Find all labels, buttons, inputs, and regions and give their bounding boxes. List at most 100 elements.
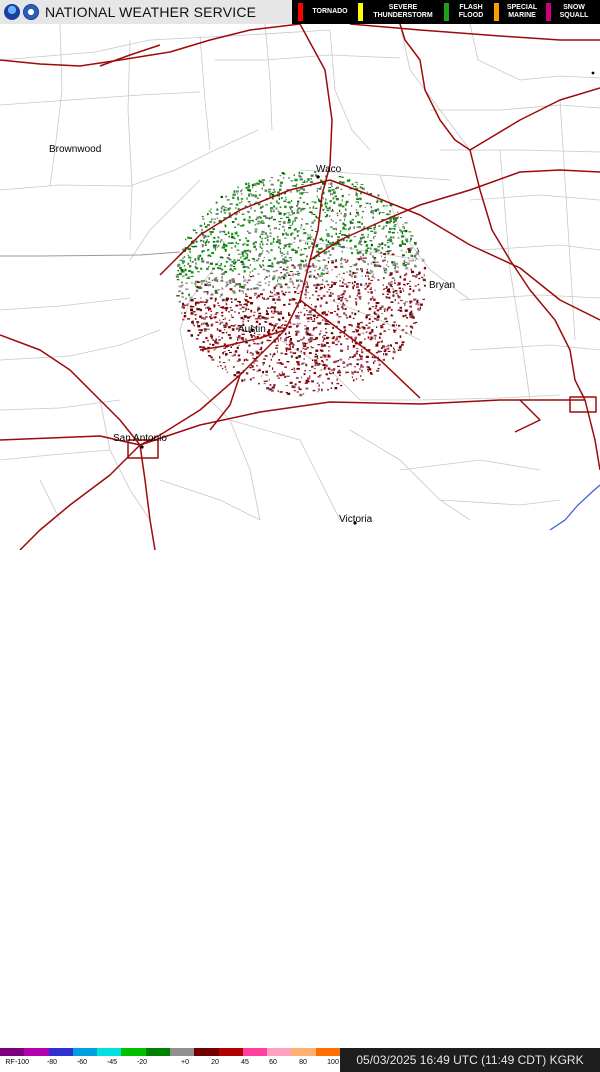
radar-echo <box>201 283 203 286</box>
radar-echo <box>320 185 322 188</box>
radar-echo <box>373 258 376 261</box>
radar-echo <box>325 301 328 304</box>
radar-echo <box>336 214 339 217</box>
radar-echo <box>373 257 377 259</box>
radar-echo <box>176 295 180 297</box>
radar-echo <box>346 316 349 319</box>
radar-echo <box>272 275 276 278</box>
radar-echo <box>341 176 344 178</box>
radar-echo <box>306 332 310 336</box>
radar-echo <box>214 340 217 342</box>
radar-echo <box>389 227 392 230</box>
radar-echo <box>278 228 280 230</box>
radar-echo <box>308 246 310 249</box>
radar-echo <box>259 243 262 245</box>
radar-echo <box>355 301 358 304</box>
radar-echo <box>291 200 293 202</box>
radar-echo <box>219 329 222 332</box>
radar-echo <box>188 247 191 251</box>
radar-echo <box>232 290 235 293</box>
radar-echo <box>240 198 244 200</box>
radar-echo <box>296 322 299 324</box>
radar-echo <box>405 325 408 327</box>
radar-echo <box>266 235 269 237</box>
radar-echo <box>225 306 229 310</box>
radar-echo <box>406 238 409 241</box>
radar-echo <box>310 346 313 348</box>
radar-echo <box>403 278 406 281</box>
radar-echo <box>330 219 333 221</box>
radar-echo <box>373 236 375 239</box>
radar-echo <box>300 249 302 251</box>
radar-echo <box>391 324 395 327</box>
radar-echo <box>340 285 344 287</box>
radar-echo <box>329 286 333 288</box>
radar-echo <box>357 322 360 326</box>
radar-echo <box>245 256 249 259</box>
radar-echo <box>306 282 308 286</box>
radar-echo <box>243 243 246 245</box>
radar-echo <box>277 210 280 212</box>
radar-echo <box>297 200 300 203</box>
radar-echo <box>313 338 317 341</box>
radar-echo <box>262 222 265 224</box>
radar-echo <box>229 259 232 261</box>
radar-echo <box>312 359 314 361</box>
radar-echo <box>384 244 387 247</box>
radar-echo <box>350 247 352 250</box>
radar-echo <box>346 364 349 367</box>
radar-echo <box>225 195 227 198</box>
radar-echo <box>293 390 297 392</box>
radar-echo <box>288 298 290 302</box>
radar-echo <box>192 311 196 313</box>
radar-echo <box>314 355 317 358</box>
radar-echo <box>319 304 322 308</box>
radar-echo <box>410 237 412 241</box>
radar-echo <box>332 326 334 329</box>
radar-echo <box>332 208 334 211</box>
radar-echo <box>232 366 235 368</box>
radar-echo <box>268 365 271 368</box>
radar-echo <box>404 229 408 233</box>
radar-echo <box>338 181 342 183</box>
radar-echo <box>251 354 254 356</box>
radar-echo <box>232 197 235 199</box>
radar-echo <box>391 242 394 245</box>
radar-echo <box>286 272 289 275</box>
radar-echo <box>289 325 292 328</box>
radar-echo <box>344 308 347 311</box>
radar-echo <box>213 305 216 308</box>
radar-echo <box>323 344 326 347</box>
radar-echo <box>259 245 262 248</box>
radar-echo <box>370 336 374 340</box>
radar-echo <box>239 308 242 310</box>
radar-echo <box>339 358 343 361</box>
radar-echo <box>271 262 274 265</box>
radar-echo <box>361 326 363 329</box>
radar-echo <box>220 321 224 324</box>
radar-echo <box>359 186 362 189</box>
radar-echo <box>264 232 267 235</box>
radar-echo <box>326 336 329 340</box>
radar-echo <box>300 192 304 195</box>
radar-echo <box>407 247 410 250</box>
radar-map[interactable]: BrownwoodWacoBryanAustinSan AntonioVicto… <box>0 0 600 550</box>
radar-echo <box>299 197 302 199</box>
radar-echo <box>248 232 252 234</box>
radar-echo <box>300 259 303 261</box>
radar-echo <box>381 313 384 315</box>
radar-echo <box>384 310 386 312</box>
radar-echo <box>180 269 184 272</box>
radar-echo <box>191 306 195 308</box>
radar-echo <box>225 297 229 301</box>
radar-echo <box>339 205 342 207</box>
radar-echo <box>404 301 408 303</box>
radar-echo <box>261 316 263 318</box>
radar-echo <box>300 172 304 174</box>
radar-echo <box>202 279 206 282</box>
radar-echo <box>268 295 272 297</box>
radar-echo <box>294 249 297 252</box>
radar-echo <box>371 306 375 308</box>
radar-echo <box>207 266 210 268</box>
radar-echo <box>236 360 240 362</box>
